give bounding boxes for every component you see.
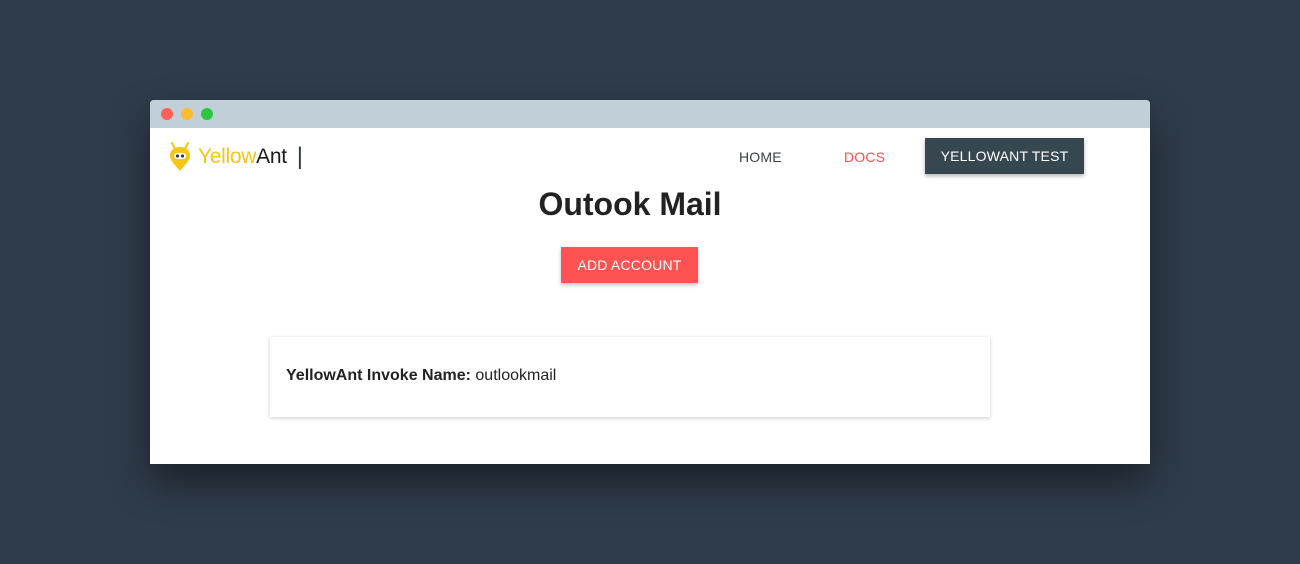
invoke-name-label: YellowAnt Invoke Name: <box>286 367 471 384</box>
navbar: YellowAnt | HOME DOCS YELLOWANT TEST <box>150 128 1150 184</box>
minimize-window-button[interactable] <box>181 108 193 120</box>
maximize-window-button[interactable] <box>201 108 213 120</box>
logo-text-ant: Ant <box>256 145 287 168</box>
yellowant-logo[interactable]: YellowAnt | <box>168 142 303 172</box>
nav-home-link[interactable]: HOME <box>739 149 782 165</box>
logo-text-yellow: Yellow <box>198 145 257 168</box>
yellowant-test-button[interactable]: YELLOWANT TEST <box>925 138 1084 174</box>
window-titlebar <box>150 100 1150 128</box>
browser-window: YellowAnt | HOME DOCS YELLOWANT TEST Out… <box>150 100 1150 464</box>
logo-separator: | <box>296 143 303 170</box>
page-title: Outook Mail <box>538 186 722 222</box>
nav-docs-link[interactable]: DOCS <box>844 149 885 165</box>
invoke-name-value: outlookmail <box>475 367 557 384</box>
close-window-button[interactable] <box>161 108 173 120</box>
ant-mascot-icon <box>170 142 190 171</box>
add-account-button[interactable]: ADD ACCOUNT <box>561 247 698 283</box>
invoke-name-card: YellowAnt Invoke Name: outlookmail <box>270 337 990 417</box>
logo-text: YellowAnt <box>198 145 287 169</box>
